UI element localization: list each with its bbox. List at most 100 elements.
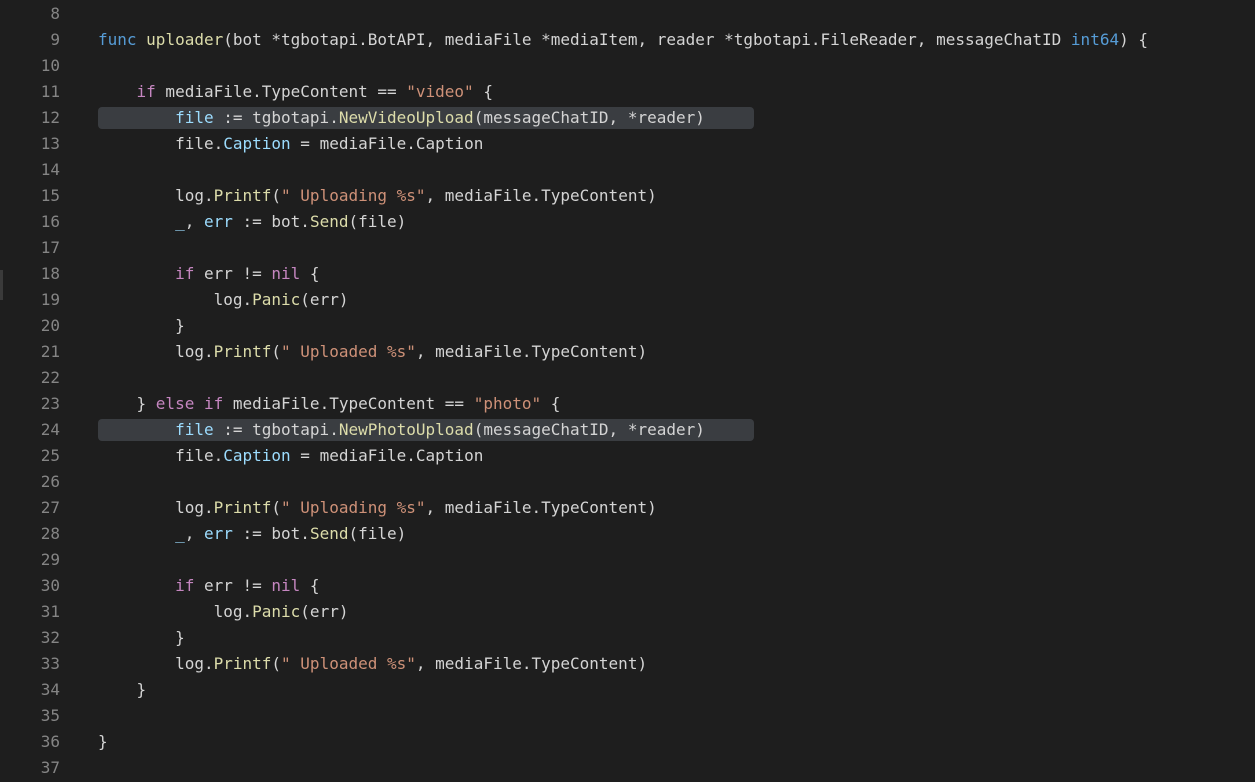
line-number: 15 [40,186,60,205]
code-line[interactable]: 28 _, err := bot.Send(file) [0,521,1255,547]
line-number: 22 [40,368,60,387]
code-line[interactable]: 8 [0,1,1255,27]
code-token: = mediaFile.Caption [290,134,484,153]
line-number: 32 [40,628,60,647]
code-text: log.Printf(" Uploaded %s", mediaFile.Typ… [98,339,647,365]
code-token: (messageChatID, *reader) [473,108,705,127]
code-token: file. [98,134,224,153]
line-number: 13 [40,134,60,153]
code-token: Panic [252,290,301,309]
code-token: } [98,732,108,751]
code-text: } [98,313,185,339]
code-token: Printf [213,186,272,205]
code-token: Printf [213,342,272,361]
code-token: nil [271,264,301,283]
code-text: _, err := bot.Send(file) [98,521,406,547]
code-token: { [473,82,493,101]
line-number: 12 [40,108,60,127]
code-line[interactable]: 29 [0,547,1255,573]
code-token: "video" [406,82,474,101]
line-number: 14 [40,160,60,179]
code-token: " Uploaded %s" [281,342,416,361]
line-number: 29 [40,550,60,569]
code-token: , mediaFile.TypeContent) [425,498,657,517]
line-number: 30 [40,576,60,595]
line-number: 35 [40,706,60,725]
code-line[interactable]: 9 func uploader(bot *tgbotapi.BotAPI, med… [0,27,1255,53]
code-token: Printf [213,654,272,673]
code-line[interactable]: 34 } [0,677,1255,703]
code-token: (messageChatID, *reader) [473,420,705,439]
code-token: "photo" [473,394,542,413]
code-line[interactable]: 15 log.Printf(" Uploading %s", mediaFile… [0,183,1255,209]
code-line[interactable]: 11 if mediaFile.TypeContent == "video" { [0,79,1255,105]
code-token: log. [98,342,214,361]
code-line[interactable]: 10 [0,53,1255,79]
code-line[interactable]: 32 } [0,625,1255,651]
code-line[interactable]: 13 file.Caption = mediaFile.Caption [0,131,1255,157]
code-token: _ [175,524,185,543]
code-token: ( [271,654,282,673]
code-token: uploader [146,30,224,49]
line-number: 8 [50,4,60,23]
code-token: , mediaFile.TypeContent) [415,654,648,673]
code-line[interactable]: 12 file := tgbotapi.NewVideoUpload(messa… [0,105,1255,131]
line-number: 11 [40,82,60,101]
code-line[interactable]: 16 _, err := bot.Send(file) [0,209,1255,235]
code-line[interactable]: 27 log.Printf(" Uploading %s", mediaFile… [0,495,1255,521]
code-line[interactable]: 20 } [0,313,1255,339]
code-token: } [98,316,185,335]
code-line[interactable]: 19 log.Panic(err) [0,287,1255,313]
code-line[interactable]: 24 file := tgbotapi.NewPhotoUpload(messa… [0,417,1255,443]
code-token: Caption [223,134,291,153]
code-token: (bot *tgbotapi.BotAPI, mediaFile *mediaI… [223,30,1071,49]
code-token: log. [98,654,214,673]
code-text: if mediaFile.TypeContent == "video" { [98,79,493,105]
code-line[interactable]: 18 if err != nil { [0,261,1255,287]
code-text: log.Panic(err) [98,599,349,625]
code-line[interactable]: 14 [0,157,1255,183]
code-line[interactable]: 33 log.Printf(" Uploaded %s", mediaFile.… [0,651,1255,677]
code-line[interactable]: 26 [0,469,1255,495]
code-line[interactable]: 30 if err != nil { [0,573,1255,599]
code-token: err != [194,576,272,595]
code-token: file [175,420,214,439]
code-line[interactable]: 23 } else if mediaFile.TypeContent == "p… [0,391,1255,417]
code-token: err != [194,264,272,283]
code-editor[interactable]: 8 9 func uploader(bot *tgbotapi.BotAPI, me… [0,0,1255,782]
code-token: Send [309,524,349,543]
code-token: = mediaFile.Caption [290,446,484,465]
code-token: := bot. [232,524,310,543]
code-line[interactable]: 37 [0,755,1255,781]
code-token: int64 [1070,30,1120,49]
code-line[interactable]: 21 log.Printf(" Uploaded %s", mediaFile.… [0,339,1255,365]
code-line[interactable]: 22 [0,365,1255,391]
code-text: log.Panic(err) [98,287,349,313]
line-number: 18 [40,264,60,283]
line-number: 17 [40,238,60,257]
code-line[interactable]: 36} [0,729,1255,755]
code-token: else if [155,394,224,413]
code-text: file.Caption = mediaFile.Caption [98,443,483,469]
code-token: ( [271,186,282,205]
line-number: 31 [40,602,60,621]
code-line[interactable]: 35 [0,703,1255,729]
code-token: Send [309,212,349,231]
code-token: " Uploading %s" [281,498,426,517]
code-text: } [98,677,147,703]
code-line[interactable]: 25 file.Caption = mediaFile.Caption [0,443,1255,469]
code-token: } [98,628,185,647]
code-token: := bot. [232,212,310,231]
code-token: { [300,576,320,595]
code-token: " Uploaded %s" [281,654,416,673]
code-text: if err != nil { [98,261,320,287]
code-line[interactable]: 17 [0,235,1255,261]
code-text: func uploader(bot *tgbotapi.BotAPI, medi… [98,27,1148,53]
code-token: (err) [300,290,349,309]
line-number: 16 [40,212,60,231]
code-line[interactable]: 31 log.Panic(err) [0,599,1255,625]
code-token: (file) [348,524,407,543]
